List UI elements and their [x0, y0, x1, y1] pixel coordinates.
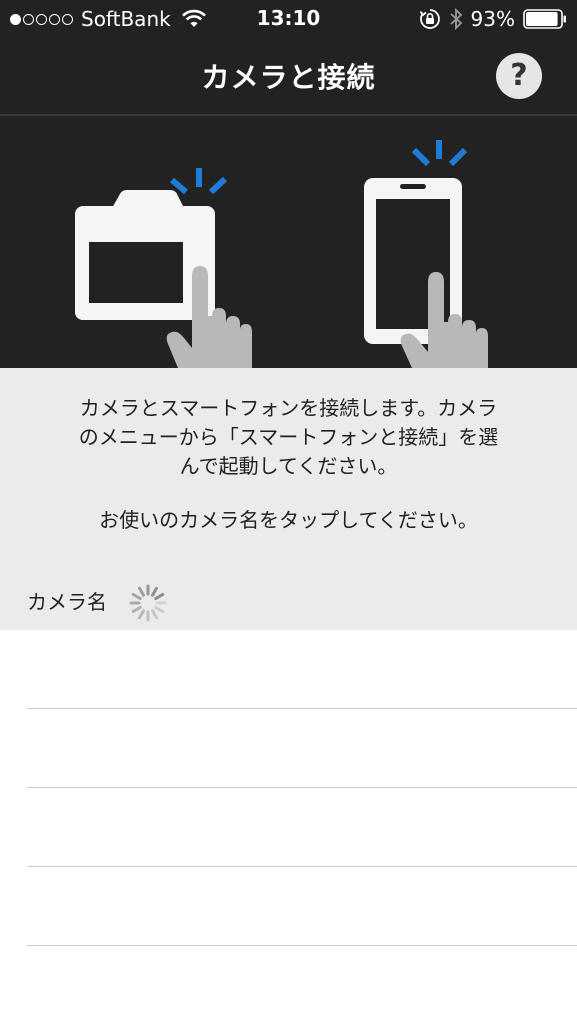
list-item[interactable]: [27, 867, 577, 946]
instruction-line: のメニューから「スマートフォンと接続」を選: [78, 425, 499, 449]
instruction-panel: カメラとスマートフォンを接続します。カメラ のメニューから「スマートフォンと接続…: [0, 368, 577, 630]
list-item[interactable]: [27, 788, 577, 867]
camera-signal-icon: [170, 168, 228, 195]
instruction-line: んで起動してください。: [179, 454, 398, 478]
tap-instruction: お使いのカメラ名をタップしてください。: [99, 508, 478, 532]
rotation-lock-icon: [419, 9, 440, 29]
status-right: 93%: [419, 6, 567, 32]
camera-list: [0, 630, 577, 1024]
list-item[interactable]: [27, 630, 577, 709]
phone-signal-icon: [411, 140, 468, 167]
connection-instructions: カメラとスマートフォンを接続します。カメラ のメニューから「スマートフォンと接続…: [30, 394, 547, 481]
loading-spinner-icon: [129, 584, 167, 622]
connection-illustration: [0, 116, 577, 368]
battery-icon: [523, 9, 566, 29]
instruction-line: カメラとスマートフォンを接続します。カメラ: [79, 396, 498, 420]
camera-name-header: カメラ名: [27, 590, 107, 614]
battery-percent: 93%: [470, 7, 515, 31]
list-item[interactable]: [27, 709, 577, 788]
bluetooth-icon: [449, 7, 462, 31]
navigation-bar: カメラと接続 ?: [0, 38, 577, 114]
help-button[interactable]: ?: [496, 53, 542, 99]
page-title: カメラと接続: [201, 61, 376, 94]
status-bar: SoftBank 13:10 93%: [0, 0, 577, 38]
smartphone-icon: [364, 178, 462, 344]
